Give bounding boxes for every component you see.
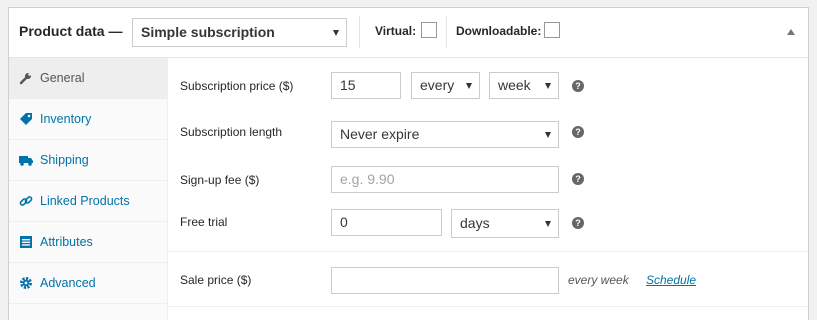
subscription-length-select[interactable]: Never expire [331,121,559,148]
gear-icon [20,277,32,289]
signup-fee-input[interactable]: e.g. 9.90 [331,166,559,193]
billing-interval-select[interactable]: every [411,72,480,99]
signup-fee-label: Sign-up fee ($) [180,173,260,187]
header-divider [359,16,360,48]
free-trial-input[interactable]: 0 [331,209,442,236]
free-trial-period-value: days [460,215,490,231]
free-trial-period-select[interactable]: days [451,209,559,238]
virtual-label: Virtual: [375,24,417,38]
tag-icon [20,113,32,125]
panel-title: Product data — [19,23,123,39]
sale-price-input[interactable] [331,267,559,294]
tab-label: Inventory [40,112,92,126]
tab-label: Shipping [40,153,89,167]
link-icon [19,196,33,206]
tab-label: Linked Products [40,194,130,208]
downloadable-checkbox[interactable] [544,22,560,38]
chevron-down-icon [545,82,551,89]
panel-header: Product data — Simple subscription Virtu… [9,8,808,58]
tab-linked-products[interactable]: Linked Products [9,181,167,222]
subscription-length-value: Never expire [340,126,420,142]
help-icon[interactable]: ? [572,173,584,185]
list-icon [20,236,32,248]
wrench-icon [19,73,31,85]
tab-label: Attributes [40,235,93,249]
downloadable-label: Downloadable: [456,24,542,38]
section-divider [168,251,808,252]
sale-price-period-note: every week [568,273,629,287]
chevron-down-icon [545,220,551,227]
header-divider [446,16,447,48]
billing-period-value: week [498,77,531,93]
subscription-price-input[interactable]: 15 [331,72,401,99]
chevron-down-icon [466,82,472,89]
schedule-link[interactable]: Schedule [646,273,696,287]
section-divider [168,306,808,307]
tab-general[interactable]: General [9,58,167,99]
billing-interval-value: every [420,77,455,93]
tab-label: General [40,71,85,85]
tab-inventory[interactable]: Inventory [9,99,167,140]
chevron-down-icon [545,131,551,138]
tab-attributes[interactable]: Attributes [9,222,167,263]
tab-label: Advanced [40,276,96,290]
product-type-select[interactable]: Simple subscription [132,18,347,47]
help-icon[interactable]: ? [572,217,584,229]
free-trial-label: Free trial [180,215,228,229]
product-data-panel: Product data — Simple subscription Virtu… [8,7,809,320]
help-icon[interactable]: ? [572,80,584,92]
collapse-toggle-icon[interactable] [787,29,795,35]
subscription-price-label: Subscription price ($) [180,79,294,93]
truck-icon [19,156,33,166]
product-type-value: Simple subscription [141,24,275,40]
virtual-checkbox[interactable] [421,22,437,38]
product-data-tabs: General Inventory Shipping Linked Produc… [9,58,168,320]
chevron-down-icon [333,29,339,36]
subscription-length-label: Subscription length [180,125,283,139]
general-tab-content: Subscription price ($) 15 every week ? S… [168,58,808,320]
help-icon[interactable]: ? [572,126,584,138]
tab-advanced[interactable]: Advanced [9,263,167,304]
tab-shipping[interactable]: Shipping [9,140,167,181]
sale-price-label: Sale price ($) [180,273,252,287]
billing-period-select[interactable]: week [489,72,559,99]
